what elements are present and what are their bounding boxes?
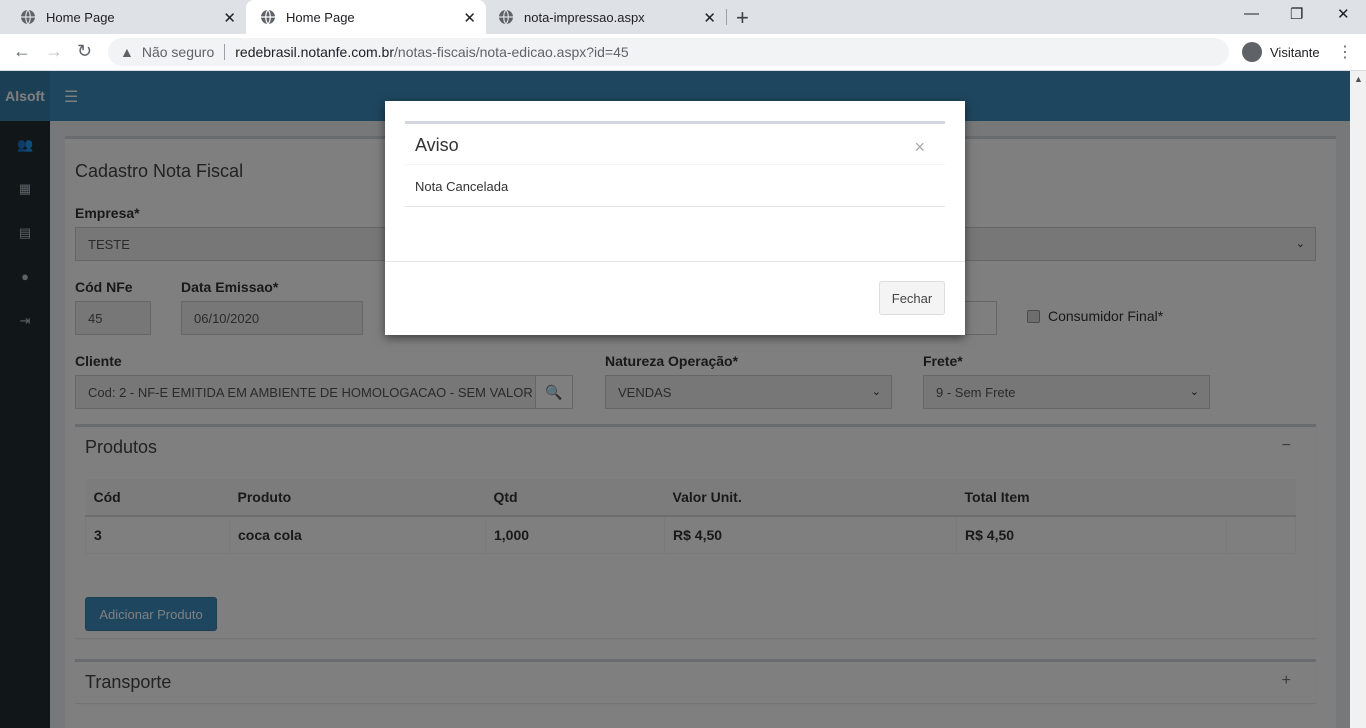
scrollbar[interactable]	[1350, 71, 1366, 728]
close-tab-icon[interactable]: ✕	[223, 9, 236, 27]
close-tab-icon[interactable]: ✕	[703, 9, 716, 27]
fechar-button[interactable]: Fechar	[879, 281, 945, 315]
close-icon[interactable]: ×	[914, 137, 925, 158]
tab-title: Home Page	[46, 9, 115, 25]
tab-title: nota-impressao.aspx	[524, 9, 645, 25]
browser-tab-2[interactable]: Home Page ✕	[246, 0, 486, 34]
forward-icon[interactable]: →	[45, 41, 63, 62]
url-domain: redebrasil.notanfe.com.br	[235, 44, 395, 60]
browser-menu-icon[interactable]: ⋮	[1337, 42, 1353, 62]
modal-divider	[405, 164, 945, 165]
restore-icon[interactable]: ❐	[1290, 5, 1303, 23]
close-tab-icon[interactable]: ✕	[463, 9, 476, 27]
modal-footer-divider	[385, 261, 965, 262]
profile-label: Visitante	[1270, 44, 1320, 60]
profile-button[interactable]: Visitante	[1238, 38, 1328, 66]
modal-message: Nota Cancelada	[415, 179, 509, 194]
new-tab-icon[interactable]: +	[736, 5, 749, 31]
tab-title: Home Page	[286, 9, 355, 25]
security-label[interactable]: Não seguro	[142, 44, 214, 60]
url-path: /notas-fiscais/nota-edicao.aspx?id=45	[394, 44, 629, 60]
address-bar[interactable]: ▲ Não seguro redebrasil.notanfe.com.br /…	[108, 38, 1229, 66]
browser-tab-3[interactable]: nota-impressao.aspx ✕	[486, 0, 726, 34]
scroll-up-icon[interactable]: ▲	[1354, 74, 1363, 84]
back-icon[interactable]: ←	[13, 41, 31, 62]
globe-icon	[261, 9, 275, 25]
browser-tab-bar: Home Page ✕ Home Page ✕ nota-impressao.a…	[0, 0, 1366, 34]
globe-icon	[21, 9, 35, 25]
globe-icon	[499, 9, 513, 25]
warning-icon[interactable]: ▲	[120, 44, 134, 60]
address-divider	[224, 44, 226, 60]
aviso-modal: Aviso × Nota Cancelada Fechar	[385, 101, 965, 335]
browser-toolbar: ← → ↻ ▲ Não seguro redebrasil.notanfe.co…	[0, 34, 1366, 71]
reload-icon[interactable]: ↻	[77, 41, 92, 62]
avatar-icon	[1242, 42, 1262, 62]
browser-tab-1[interactable]: Home Page ✕	[0, 0, 246, 34]
close-window-icon[interactable]: ✕	[1337, 5, 1350, 23]
minimize-icon[interactable]: —	[1244, 5, 1259, 22]
modal-box: Aviso × Nota Cancelada	[405, 121, 945, 207]
modal-title: Aviso	[415, 135, 459, 155]
tab-separator	[726, 9, 727, 25]
